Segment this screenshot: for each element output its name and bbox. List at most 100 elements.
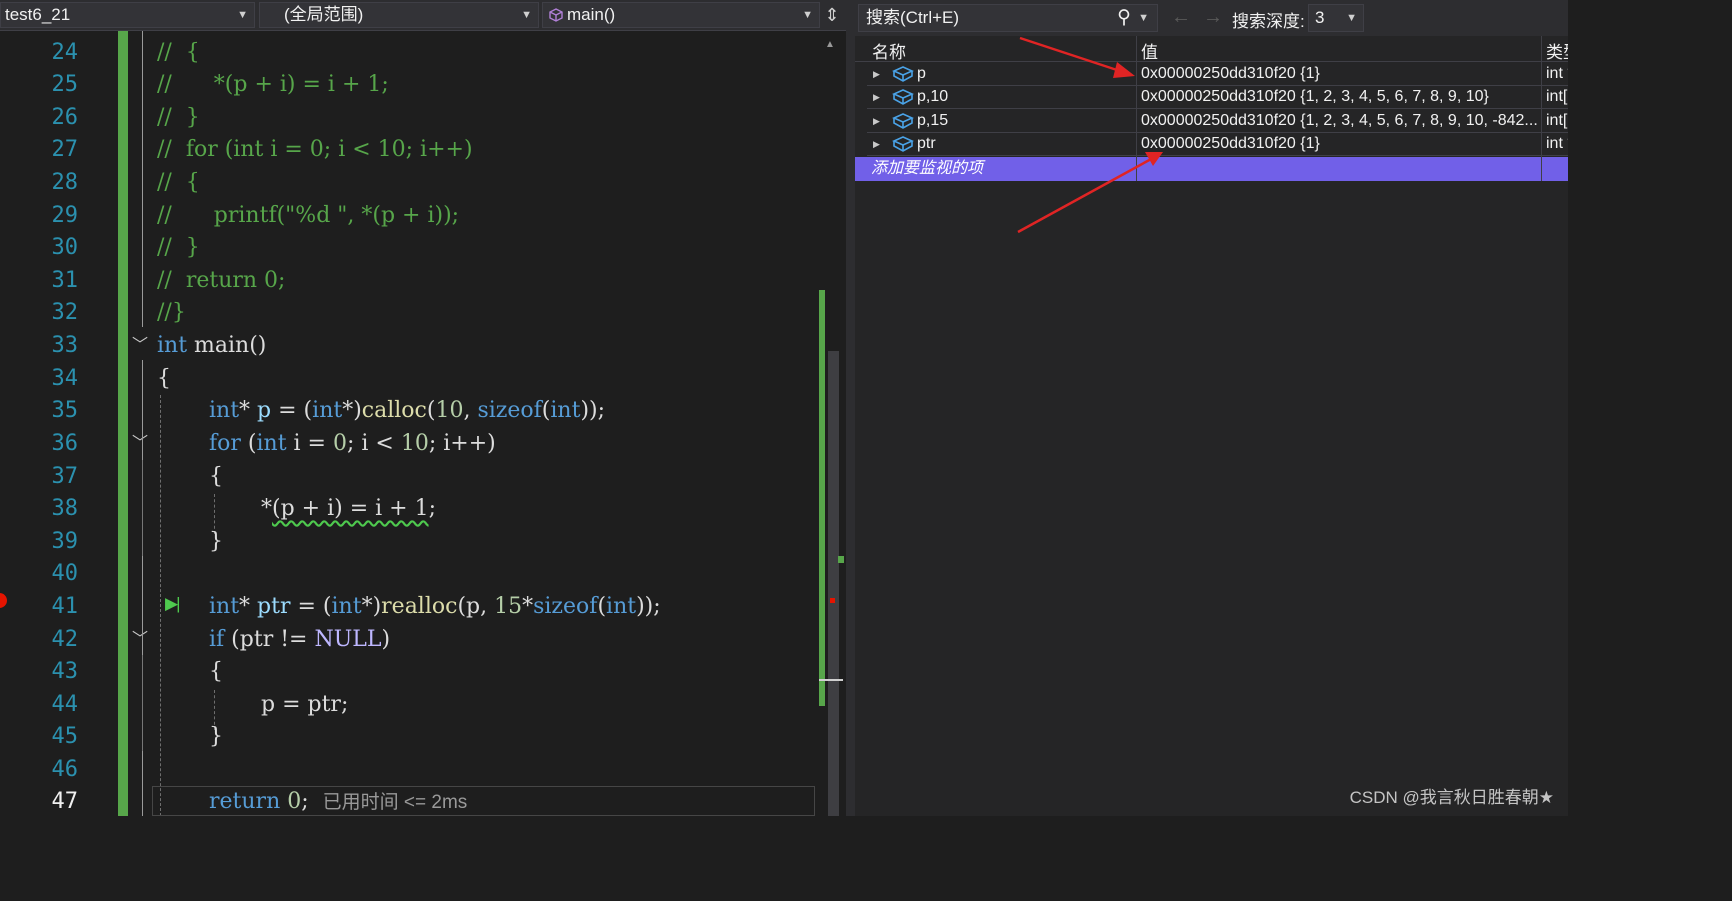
expand-arrow-icon[interactable]: ▶ [873, 86, 880, 108]
watch-toolbar: 搜索(Ctrl+E) ⚲ ▼ ← → 搜索深度: 3 ▼ [855, 0, 1568, 36]
scrollbar-thumb[interactable] [828, 351, 839, 816]
keyword-token: int [606, 594, 637, 619]
code-line[interactable]: // return 0; [157, 265, 285, 297]
line-number: 46 [51, 757, 79, 782]
column-header-type[interactable]: 类型 [1546, 38, 1568, 63]
watch-row[interactable]: ▶ p,15 0x00000250dd310f20 {1, 2, 3, 4, 5… [867, 110, 1568, 133]
line-number: 28 [51, 170, 79, 195]
collapse-chevron-icon[interactable]: ﹀ [132, 330, 152, 362]
code-token: ; i < [346, 431, 401, 456]
code-token: ; [428, 496, 436, 521]
warning-marker [838, 556, 844, 563]
code-line[interactable]: // { [157, 167, 200, 199]
code-line[interactable]: //} [157, 297, 186, 329]
code-line[interactable]: int* p = (int*)calloc(10, sizeof(int)); [209, 395, 605, 427]
variable-icon [892, 136, 914, 152]
line-number: 33 [51, 333, 79, 358]
watch-search-input[interactable]: 搜索(Ctrl+E) ⚲ ▼ [858, 4, 1158, 32]
line-number: 39 [51, 529, 79, 554]
code-token: *) [361, 594, 382, 619]
warning-squiggle[interactable]: (p + i) = i + 1 [272, 496, 429, 521]
code-line[interactable]: // } [157, 232, 200, 264]
code-line[interactable]: return 0; 已用时间 <= 2ms [209, 786, 467, 819]
watch-value[interactable]: 0x00000250dd310f20 {1} [1141, 133, 1541, 155]
code-line[interactable]: int* ptr = (int*)realloc(p, 15*sizeof(in… [209, 591, 661, 623]
watch-type: int * [1546, 65, 1568, 82]
current-line-number: 47 [51, 789, 79, 814]
search-icon[interactable]: ⚲ [1117, 5, 1131, 31]
pane-splitter[interactable] [846, 0, 855, 816]
keyword-token: int [256, 431, 287, 456]
code-line[interactable]: if (ptr != NULL) [209, 624, 390, 656]
watch-value[interactable]: 0x00000250dd310f20 {1} [1141, 63, 1541, 85]
add-watch-item-placeholder: 添加要监视的项 [871, 160, 984, 177]
watch-name[interactable]: ptr [917, 133, 936, 155]
code-line[interactable]: // for (int i = 0; i < 10; i++) [157, 134, 473, 166]
code-token: i = [286, 431, 333, 456]
expand-arrow-icon[interactable]: ▶ [873, 63, 880, 85]
keyword-token: sizeof [533, 594, 598, 619]
comment-text: *(p + i) = i + 1; [213, 72, 389, 97]
watch-type: int[15] [1546, 112, 1568, 129]
watch-name[interactable]: p,15 [917, 110, 948, 132]
column-header-name[interactable]: 名称 [872, 38, 906, 63]
number-token: 0 [287, 789, 302, 814]
watch-value[interactable]: 0x00000250dd310f20 {1, 2, 3, 4, 5, 6, 7,… [1141, 110, 1541, 132]
search-previous-icon[interactable]: ← [1171, 5, 1191, 29]
expand-arrow-icon[interactable]: ▶ [873, 110, 880, 132]
perf-tip[interactable]: 已用时间 <= 2ms [323, 792, 468, 813]
watch-value[interactable]: 0x00000250dd310f20 {1, 2, 3, 4, 5, 6, 7,… [1141, 86, 1541, 108]
watch-row[interactable]: ▶ p,10 0x00000250dd310f20 {1, 2, 3, 4, 5… [867, 86, 1568, 109]
watch-row[interactable]: ▶ p 0x00000250dd310f20 {1} int * [867, 63, 1568, 86]
member-dropdown[interactable]: main() ▼ [542, 2, 820, 28]
column-divider [1136, 157, 1137, 181]
scroll-up-icon[interactable]: ▲ [825, 39, 835, 50]
next-statement-arrow-icon[interactable]: ▶| [165, 594, 180, 614]
code-token: (ptr != [224, 627, 315, 652]
navigation-bar: test6_21 ▼ (全局范围) ▼ main() ▼ ⇕ [0, 0, 846, 31]
code-line[interactable]: { [157, 363, 171, 395]
code-line[interactable]: p = ptr; [261, 689, 348, 721]
line-number: 27 [51, 137, 79, 162]
code-line[interactable]: { [209, 461, 223, 493]
line-number: 37 [51, 464, 79, 489]
code-line[interactable]: *(p + i) = i + 1; [261, 493, 436, 525]
change-tracking-bar [118, 31, 128, 816]
macro-token: NULL [314, 627, 382, 652]
identifier-token: p [257, 398, 272, 423]
line-number: 44 [51, 692, 79, 717]
code-line[interactable]: // { [157, 37, 200, 69]
code-line[interactable]: } [209, 526, 223, 558]
code-line[interactable]: // printf("%d ", *(p + i)); [157, 200, 459, 232]
code-line[interactable]: // *(p + i) = i + 1; [157, 69, 389, 101]
watch-row[interactable]: ▶ ptr 0x00000250dd310f20 {1} int * [867, 133, 1568, 156]
scope-dropdown[interactable]: (全局范围) ▼ [259, 2, 539, 28]
code-line[interactable]: } [209, 721, 223, 753]
column-header-value[interactable]: 值 [1141, 38, 1158, 63]
search-depth-dropdown[interactable]: 3 ▼ [1308, 4, 1364, 32]
vertical-scrollbar[interactable]: ▲ [818, 31, 844, 816]
keyword-token: int [209, 594, 240, 619]
keyword-token: int [331, 594, 362, 619]
chevron-down-icon[interactable]: ▼ [1138, 5, 1149, 31]
watch-name[interactable]: p [917, 63, 926, 85]
code-line[interactable]: // } [157, 102, 200, 134]
keyword-token: for [209, 431, 241, 456]
watch-name[interactable]: p,10 [917, 86, 948, 108]
code-line[interactable]: { [209, 656, 223, 688]
code-line[interactable]: int main() [157, 330, 266, 362]
code-line[interactable]: for (int i = 0; i < 10; i++) [209, 428, 496, 460]
split-window-icon[interactable]: ⇕ [822, 4, 842, 26]
line-number: 45 [51, 724, 79, 749]
search-next-icon[interactable]: → [1203, 5, 1223, 29]
expand-arrow-icon[interactable]: ▶ [873, 133, 880, 155]
project-dropdown[interactable]: test6_21 ▼ [0, 2, 255, 28]
comment-text: // [157, 203, 214, 228]
add-watch-item-row[interactable]: 添加要监视的项 [855, 157, 1568, 181]
line-number: 42 [51, 627, 79, 652]
line-number: 29 [51, 203, 79, 228]
code-token: ( [240, 431, 257, 456]
code-editor[interactable]: test6_21 ▼ (全局范围) ▼ main() ▼ ⇕ 24 25 26 … [0, 0, 846, 816]
breakpoint-gutter[interactable] [0, 31, 10, 816]
code-token: * [239, 398, 258, 423]
